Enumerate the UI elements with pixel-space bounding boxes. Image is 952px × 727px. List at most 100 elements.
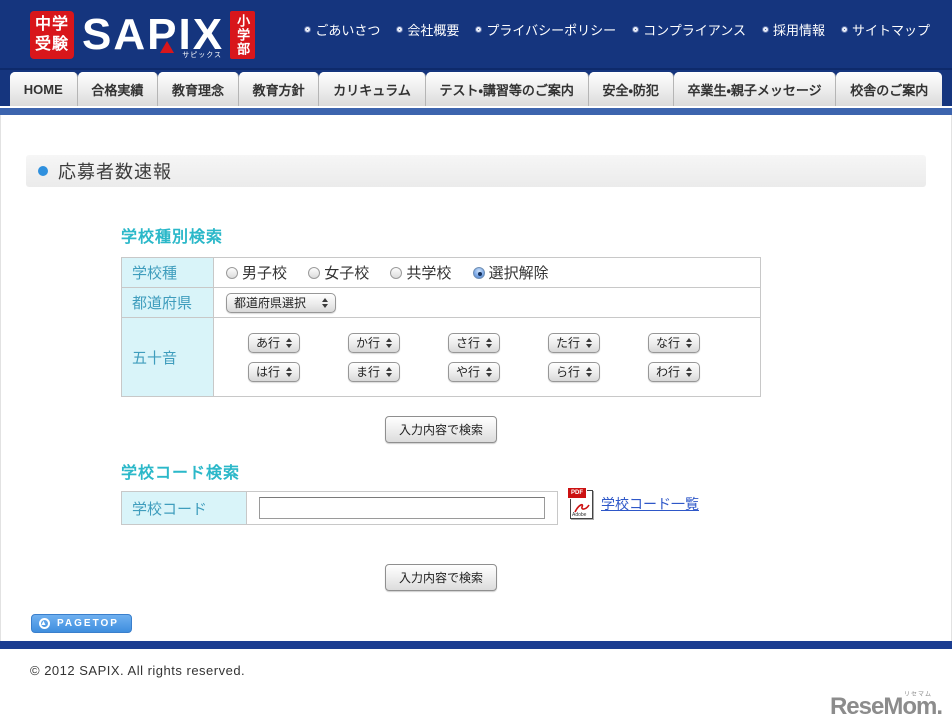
prefecture-select[interactable]: 都道府県選択 <box>226 292 336 313</box>
up-arrow-circle-icon: ▲ <box>39 618 50 629</box>
tab-messages[interactable]: 卒業生・親子メッセージ <box>673 72 837 106</box>
sapix-logo[interactable]: 中学 受験 SAPIX サピックス 小学部 <box>30 11 256 60</box>
radio-selected-icon <box>472 266 485 279</box>
tab-safety[interactable]: 安全・防犯 <box>588 72 674 106</box>
school-code-list-link[interactable]: 学校コード一覧 <box>601 494 699 514</box>
tab-home[interactable]: HOME <box>10 72 78 106</box>
circle-bullet-icon <box>633 27 639 32</box>
syllabary-select-ma[interactable]: ま行 <box>348 361 400 382</box>
select-value: 都道府県選択 <box>234 296 307 310</box>
stepper-arrows-icon <box>686 337 692 348</box>
syllabary-select-na[interactable]: な行 <box>648 332 700 353</box>
school-type-search-table: 学校種 男子校 女子校 共学校 選択解除 都道府県 都道府県選択 五十音 あ行 … <box>121 257 761 397</box>
search-button-2[interactable]: 入力内容で検索 <box>384 564 497 591</box>
stepper-arrows-icon <box>286 366 292 377</box>
tab-curriculum[interactable]: カリキュラム <box>319 72 426 106</box>
tab-policy[interactable]: 教育方針 <box>238 72 320 106</box>
nav-tabs: HOME 合格実績 教育理念 教育方針 カリキュラム テスト・講習等のご案内 安… <box>10 70 943 106</box>
school-code-field <box>246 491 558 525</box>
utility-link-label: コンプライアンス <box>643 23 746 38</box>
utility-link-label: サイトマップ <box>851 23 930 38</box>
utility-link-compliance[interactable]: コンプライアンス <box>633 20 746 39</box>
chugaku-juken-badge: 中学 受験 <box>30 11 75 59</box>
utility-link-label: プライバシーポリシー <box>486 23 617 38</box>
syllabary-select-ra[interactable]: ら行 <box>548 361 600 382</box>
tab-tests[interactable]: テスト・講習等のご案内 <box>425 72 589 106</box>
blue-ring-icon <box>38 166 48 176</box>
utility-link-label: 会社概要 <box>407 23 460 38</box>
radio-option-girls[interactable]: 女子校 <box>308 262 369 283</box>
circle-bullet-icon <box>476 27 482 32</box>
circle-bullet-icon <box>305 27 311 32</box>
pagetop-button[interactable]: ▲ PAGETOP <box>31 614 132 633</box>
stepper-arrows-icon <box>322 297 328 308</box>
tab-schools[interactable]: 校舎のご案内 <box>836 72 943 106</box>
pagetop-row: ▲ PAGETOP <box>31 612 761 633</box>
section-heading-school-code: 学校コード検索 <box>121 465 241 482</box>
utility-link-company[interactable]: 会社概要 <box>397 20 459 39</box>
utility-nav: ごあいさつ 会社概要 プライバシーポリシー コンプライアンス 採用情報 サイトマ… <box>305 20 930 39</box>
select-value: あ行 <box>256 336 281 350</box>
stepper-arrows-icon <box>386 366 392 377</box>
copyright-text: © 2012 SAPIX. All rights reserved. <box>30 663 246 678</box>
tab-philosophy[interactable]: 教育理念 <box>158 72 239 106</box>
syllabary-grid: あ行 か行 さ行 た行 な行 は行 ま行 や行 ら行 わ行 <box>226 332 748 382</box>
radio-option-clear[interactable]: 選択解除 <box>472 262 549 283</box>
syllabary-select-a[interactable]: あ行 <box>248 332 300 353</box>
school-type-options: 男子校 女子校 共学校 選択解除 <box>213 257 761 288</box>
select-value: な行 <box>656 336 681 350</box>
circle-bullet-icon <box>841 27 847 32</box>
radio-label: 女子校 <box>324 265 370 282</box>
nav-accent-bar <box>0 108 952 115</box>
select-value: た行 <box>556 336 581 350</box>
radio-option-coed[interactable]: 共学校 <box>390 262 451 283</box>
utility-link-sitemap[interactable]: サイトマップ <box>841 20 930 39</box>
stepper-arrows-icon <box>586 366 592 377</box>
brand-wrap: SAPIX サピックス <box>82 11 224 60</box>
section-heading-school-type: 学校種別検索 <box>121 229 224 246</box>
select-value: や行 <box>456 365 481 379</box>
circle-bullet-icon <box>397 27 403 32</box>
main-nav: HOME 合格実績 教育理念 教育方針 カリキュラム テスト・講習等のご案内 安… <box>0 70 952 115</box>
prefecture-row: 都道府県 都道府県選択 <box>121 287 761 318</box>
radio-label: 男子校 <box>242 265 288 282</box>
pdf-caption: Adobe <box>572 511 587 518</box>
utility-link-label: 採用情報 <box>772 23 825 38</box>
syllabary-select-ha[interactable]: は行 <box>248 361 300 382</box>
utility-link-greeting[interactable]: ごあいさつ <box>305 20 380 39</box>
tab-results[interactable]: 合格実績 <box>77 72 159 106</box>
brand-ruby: サピックス <box>182 52 223 59</box>
select-value: か行 <box>356 336 381 350</box>
row-label-school-code: 学校コード <box>121 491 247 525</box>
pdf-banner-label: PDF <box>567 486 587 499</box>
shogakubu-badge: 小学部 <box>230 11 256 59</box>
syllabary-select-sa[interactable]: さ行 <box>448 332 500 353</box>
site-header: 中学 受験 SAPIX サピックス 小学部 ごあいさつ 会社概要 プライバシーポ… <box>0 0 952 70</box>
syllabary-select-ya[interactable]: や行 <box>448 361 500 382</box>
syllabary-select-ka[interactable]: か行 <box>348 332 400 353</box>
page-title-bar: 応募者数速報 <box>26 155 926 187</box>
badge-line2: 受験 <box>35 36 70 53</box>
row-label-school-type: 学校種 <box>121 257 214 288</box>
badge-line1: 中学 <box>35 16 70 33</box>
pagetop-label: PAGETOP <box>57 618 119 629</box>
select-value: ら行 <box>556 365 581 379</box>
school-code-row: 学校コード PDF Adobe 学校コード一覧 <box>121 483 761 525</box>
stepper-arrows-icon <box>286 337 292 348</box>
syllabary-select-ta[interactable]: た行 <box>548 332 600 353</box>
search-button[interactable]: 入力内容で検索 <box>384 416 497 443</box>
school-code-input[interactable] <box>259 497 545 519</box>
utility-link-privacy[interactable]: プライバシーポリシー <box>476 20 616 39</box>
syllabary-select-wa[interactable]: わ行 <box>648 361 700 382</box>
utility-link-recruit[interactable]: 採用情報 <box>762 20 825 39</box>
adobe-squiggle-icon <box>574 503 590 512</box>
site-footer: © 2012 SAPIX. All rights reserved. <box>0 641 952 678</box>
search-button-row-1: 入力内容で検索 <box>121 416 761 443</box>
radio-icon <box>308 266 321 279</box>
main-content: 学校種別検索 学校種 男子校 女子校 共学校 選択解除 都道府県 都道府県選択 <box>31 223 761 633</box>
radio-option-boys[interactable]: 男子校 <box>226 262 287 283</box>
footer-accent-bar <box>0 641 952 649</box>
prefecture-field: 都道府県選択 <box>213 287 761 318</box>
radio-icon <box>226 266 238 279</box>
stepper-arrows-icon <box>486 366 492 377</box>
